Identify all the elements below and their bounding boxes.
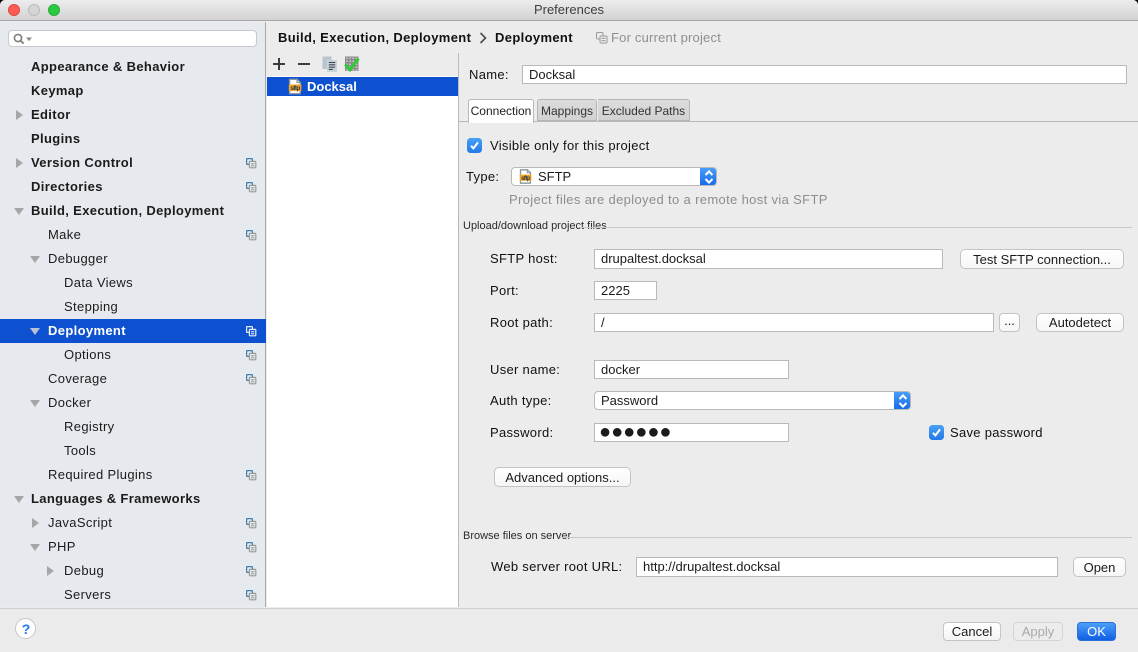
svg-text:sftp: sftp: [521, 175, 531, 181]
svg-text:sftp: sftp: [290, 85, 300, 92]
